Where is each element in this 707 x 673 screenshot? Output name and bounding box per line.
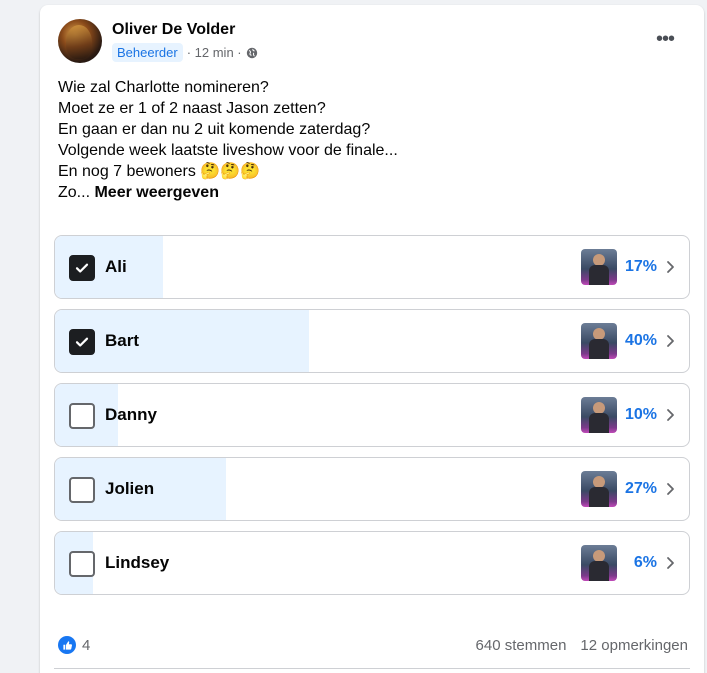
votes-count[interactable]: 640 stemmen [476, 637, 567, 654]
post-line: Wie zal Charlotte nomineren? [58, 79, 269, 96]
poll-option-label: Ali [105, 257, 127, 276]
poll-percent: 27% [624, 480, 657, 497]
poll-checkbox[interactable] [69, 403, 95, 429]
poll-option-label: Lindsey [105, 553, 170, 572]
post-footer: 4 640 stemmen 12 opmerkingen [58, 630, 688, 660]
post-text: Wie zal Charlotte nomineren? Moet ze er … [58, 77, 678, 203]
check-icon [75, 263, 89, 273]
poll-option-jolien[interactable]: Jolien 27% [54, 457, 690, 521]
chevron-right-icon [667, 335, 674, 347]
chevron-right-icon [667, 483, 674, 495]
poll-option-result[interactable]: 27% [580, 458, 675, 520]
voter-avatar[interactable] [581, 545, 617, 581]
see-more-link[interactable]: Meer weergeven [94, 184, 219, 201]
poll-option-label: Jolien [105, 479, 155, 498]
comments-count[interactable]: 12 opmerkingen [580, 637, 688, 654]
more-horizontal-icon: ••• [655, 27, 675, 50]
poll: Ali 17% Bart 40% Danny 10% Jolien 27% Lindsey 6% [54, 235, 690, 605]
poll-checkbox[interactable] [69, 551, 95, 577]
post-line-truncated: Zo... Meer weergeven [58, 182, 678, 203]
poll-option-danny[interactable]: Danny 10% [54, 383, 690, 447]
post-stats: 640 stemmen 12 opmerkingen [476, 637, 688, 654]
voter-avatar[interactable] [580, 471, 617, 507]
poll-option-ali[interactable]: Ali 17% [54, 235, 690, 299]
chevron-right-icon [667, 557, 674, 569]
like-icon [58, 636, 76, 654]
post-card: Oliver De Volder Beheerder · 12 min · ••… [40, 5, 704, 673]
post-line: En nog 7 bewoners 🤔🤔🤔 [58, 163, 261, 180]
poll-option-bart[interactable]: Bart 40% [54, 309, 690, 373]
poll-percent: 6% [633, 554, 657, 571]
post-line: Moet ze er 1 of 2 naast Jason zetten? [58, 100, 326, 117]
footer-divider [54, 668, 690, 669]
poll-percent: 10% [624, 406, 657, 423]
like-count: 4 [82, 636, 91, 654]
poll-option-label: Danny [105, 405, 157, 424]
poll-checkbox[interactable] [69, 329, 95, 355]
poll-percent: 40% [624, 332, 657, 349]
post-meta: Beheerder · 12 min · [112, 43, 258, 62]
voter-avatar[interactable] [580, 397, 617, 433]
voter-avatar[interactable] [580, 323, 617, 359]
post-line: En gaan er dan nu 2 uit komende zaterdag… [58, 121, 371, 138]
poll-checkbox[interactable] [69, 255, 95, 281]
reactions-summary[interactable]: 4 [58, 636, 90, 654]
chevron-right-icon [667, 409, 674, 421]
post-time[interactable]: · 12 min · [187, 45, 242, 60]
poll-option-lindsey[interactable]: Lindsey 6% [54, 531, 690, 595]
chevron-right-icon [667, 261, 674, 273]
author-name[interactable]: Oliver De Volder [112, 21, 235, 39]
poll-option-result[interactable]: 40% [580, 310, 675, 372]
globe-icon [246, 47, 257, 58]
poll-option-result[interactable]: 6% [581, 532, 675, 594]
more-options-button[interactable]: ••• [648, 25, 682, 53]
poll-checkbox[interactable] [69, 477, 95, 503]
poll-option-label: Bart [105, 331, 140, 350]
check-icon [75, 337, 89, 347]
post-line: Volgende week laatste liveshow voor de f… [58, 142, 398, 159]
role-badge: Beheerder [112, 43, 183, 62]
voter-avatar[interactable] [580, 249, 617, 285]
poll-option-result[interactable]: 10% [580, 384, 675, 446]
author-avatar[interactable] [58, 19, 102, 63]
truncated-text: Zo... [58, 184, 91, 201]
poll-percent: 17% [624, 258, 657, 275]
poll-option-result[interactable]: 17% [580, 236, 675, 298]
